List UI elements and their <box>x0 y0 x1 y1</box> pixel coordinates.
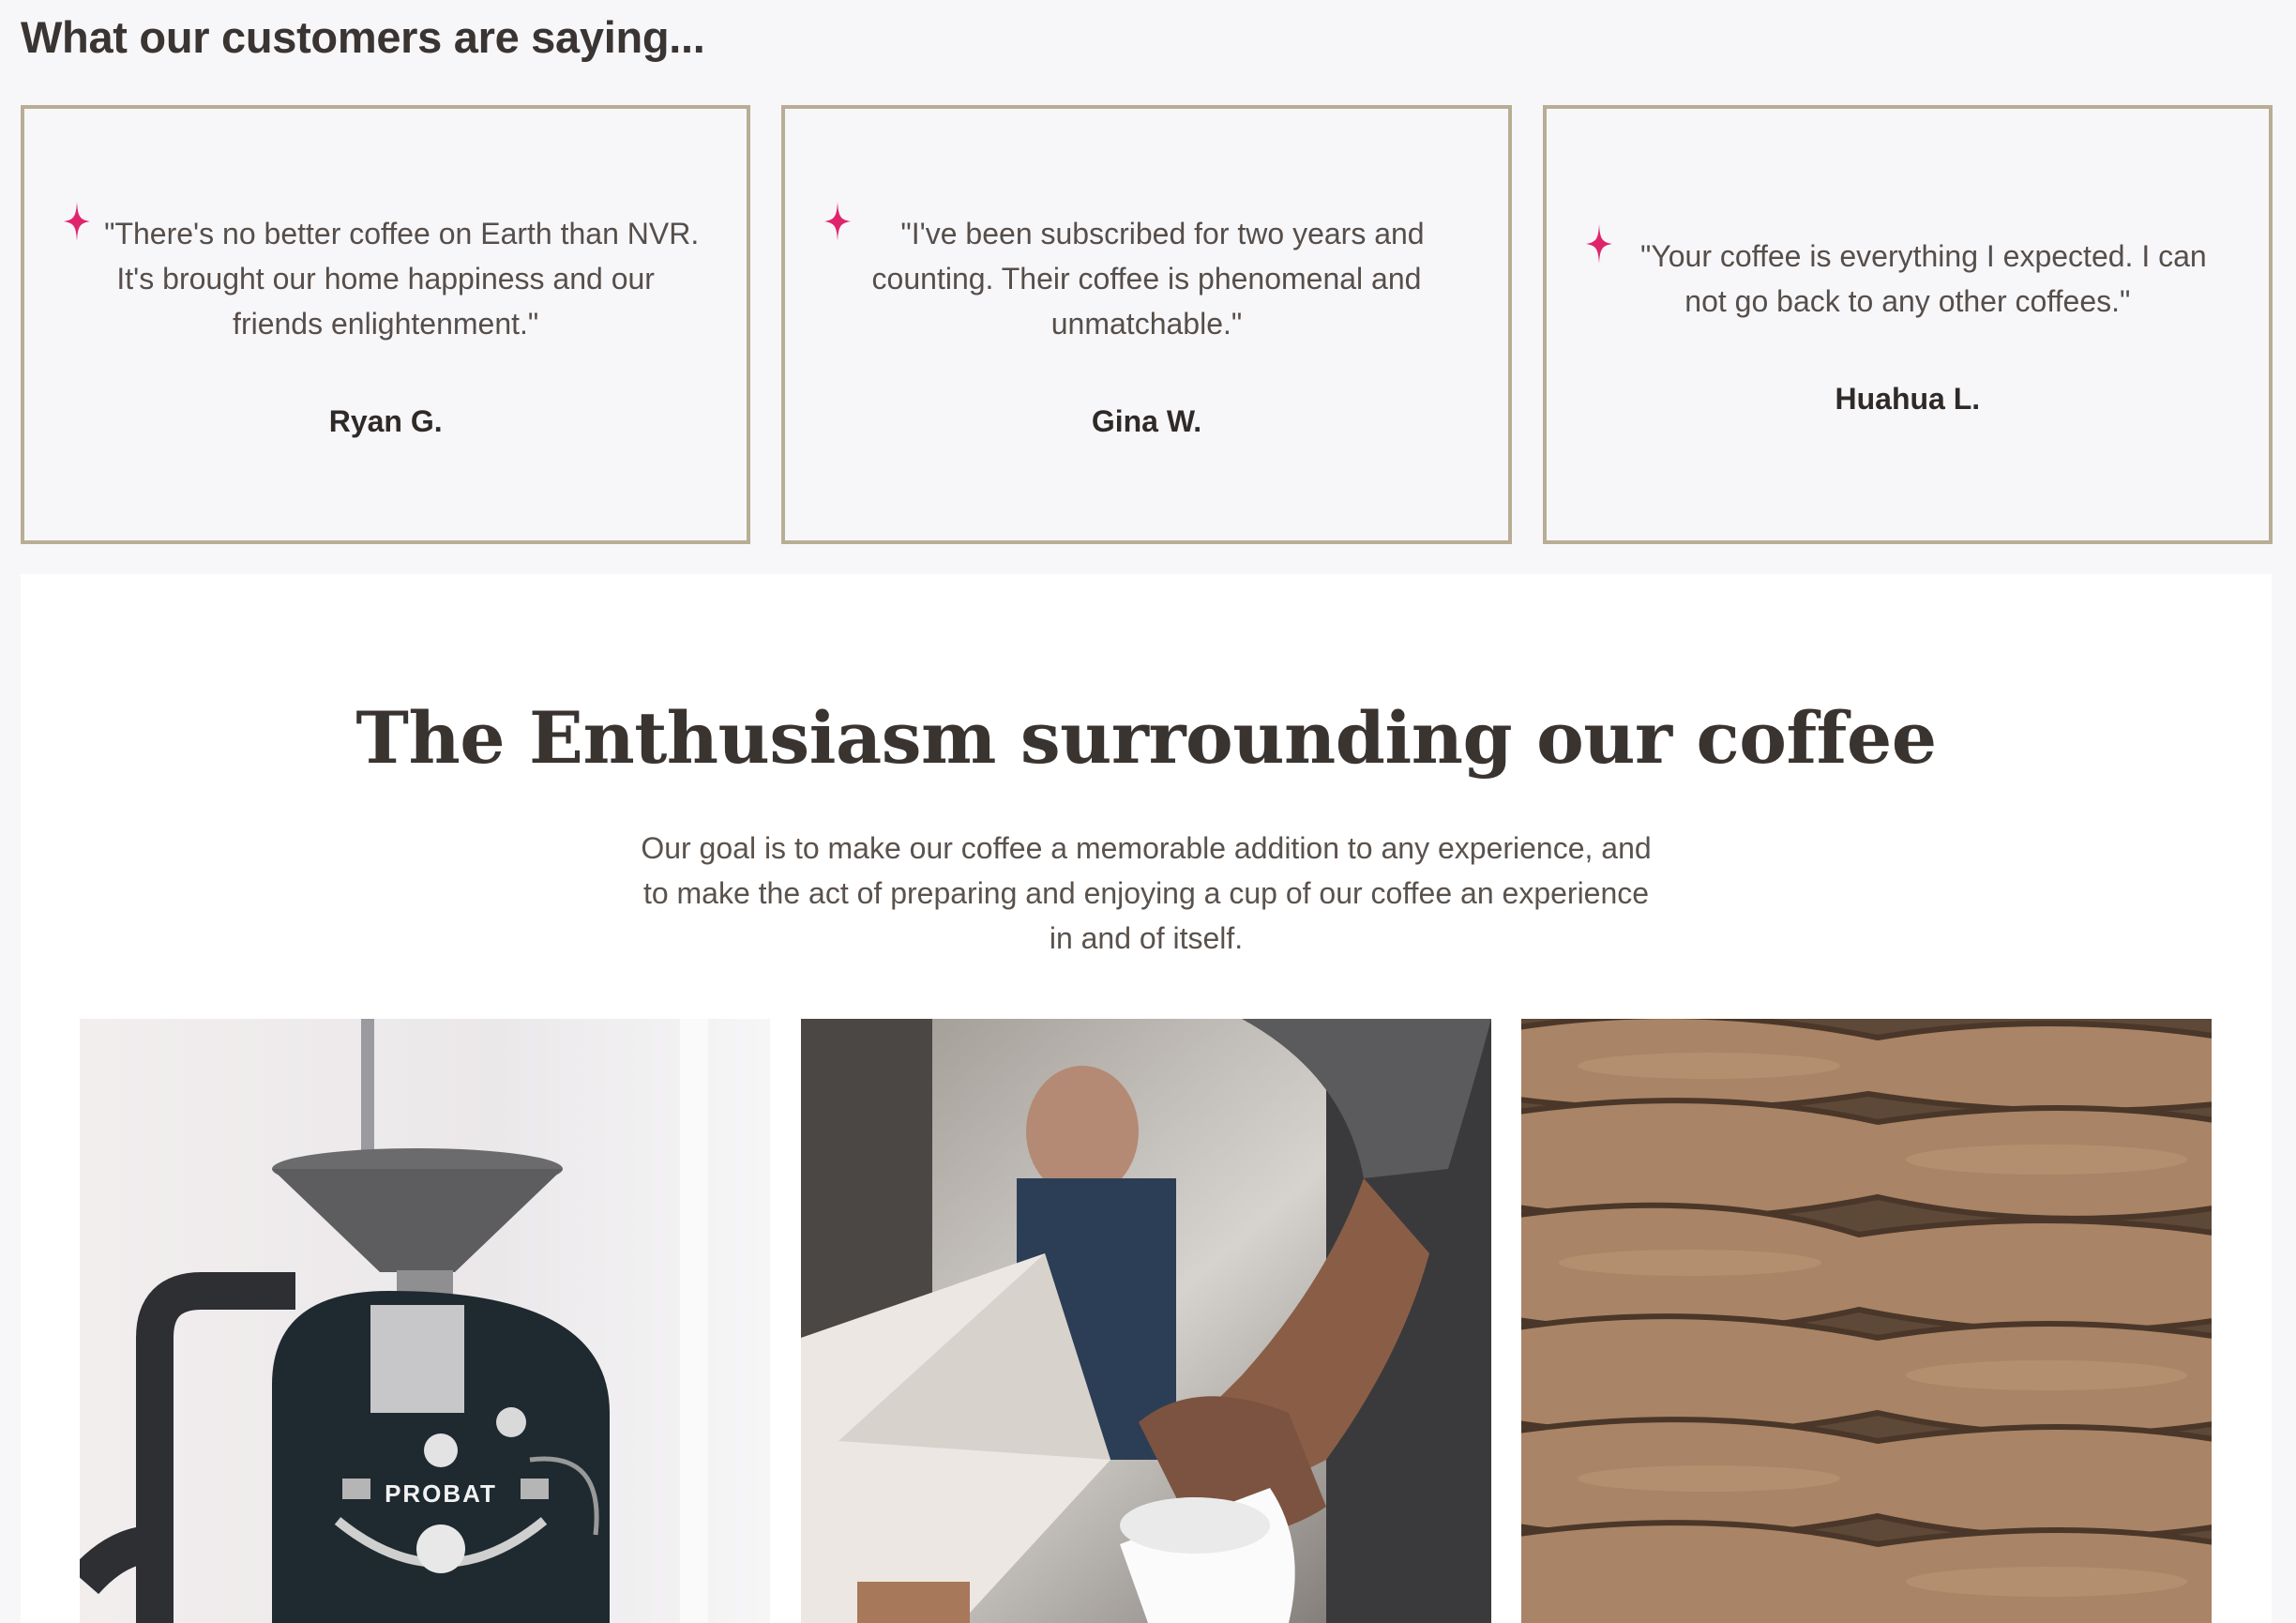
feature-description: Our goal is to make our coffee a memorab… <box>641 831 1652 955</box>
testimonial-card: "Your coffee is everything I expected. I… <box>1542 105 2273 544</box>
coffee-sacks-photo <box>1521 1019 2212 1623</box>
quote-block: "I've been subscribed for two years and … <box>824 201 1460 346</box>
sparkle-icon <box>1585 223 1612 264</box>
sparkle-icon <box>824 201 852 241</box>
quote-block: "Your coffee is everything I expected. I… <box>1585 223 2222 324</box>
probat-label: PROBAT <box>385 1479 497 1508</box>
quote-block: "There's no better coffee on Earth than … <box>64 201 700 346</box>
feature-section: The Enthusiasm surrounding our coffee Ou… <box>21 574 2272 1623</box>
testimonials-heading: What our customers are saying... <box>21 12 705 62</box>
testimonial-author: Ryan G. <box>328 403 443 438</box>
pour-over-photo <box>801 1019 1491 1623</box>
testimonial-quote: "Your coffee is everything I expected. I… <box>1639 238 2207 318</box>
testimonial-author: Huahua L. <box>1835 381 1981 416</box>
coffee-roaster-photo: PROBAT <box>80 1019 770 1623</box>
testimonial-author: Gina W. <box>1091 403 1202 438</box>
testimonials-row: "There's no better coffee on Earth than … <box>21 105 2273 544</box>
testimonial-quote: "I've been subscribed for two years and … <box>871 216 1425 341</box>
testimonial-card: "I've been subscribed for two years and … <box>781 105 1512 544</box>
sparkle-icon <box>64 201 90 241</box>
testimonial-quote: "There's no better coffee on Earth than … <box>104 216 700 341</box>
testimonial-card: "There's no better coffee on Earth than … <box>21 105 751 544</box>
page: What our customers are saying... "There'… <box>0 0 2296 1623</box>
feature-title: The Enthusiasm surrounding our coffee <box>355 696 1937 780</box>
